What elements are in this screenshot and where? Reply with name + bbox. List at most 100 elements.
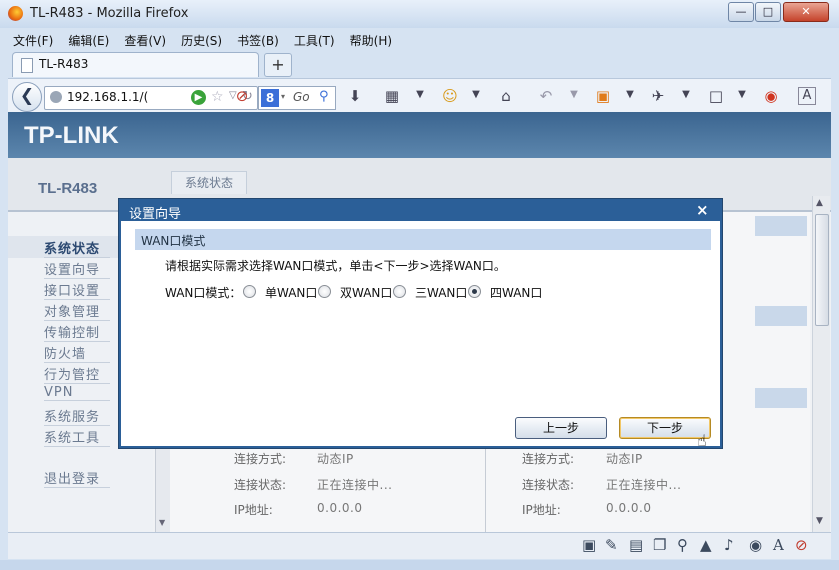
section-header-bar [755,306,807,326]
sidebar-item-behavior[interactable]: 行为管控 [44,364,110,384]
text-icon[interactable]: A [798,87,816,105]
tab-label: TL-R483 [39,57,89,71]
magnifier-icon[interactable]: ⚲ [319,89,329,104]
scroll-thumb[interactable] [815,214,829,326]
sidebar-item-tools[interactable]: 系统工具 [44,427,110,447]
adblock-status-icon[interactable]: ⊘ [795,536,808,554]
close-icon[interactable]: × [696,201,709,219]
spy-dropdown-icon[interactable]: ▼ [676,89,696,100]
go-icon[interactable]: ▶ [191,90,206,105]
screenshot-icon[interactable]: ▦ [382,87,402,105]
addon-dropdown-icon[interactable]: ▼ [620,89,640,100]
emoji-icon[interactable]: ☺ [440,87,460,105]
left-connection-type-label: 连接方式: [234,452,287,466]
camera-icon[interactable]: ◉ [749,536,762,554]
radio-label: 双WAN口 [340,286,393,300]
window-icon[interactable]: ▤ [629,536,643,554]
tab-system-status[interactable]: 系统状态 [171,171,247,194]
right-connection-status-label: 连接状态: [522,478,575,492]
sidebar-item-interface[interactable]: 接口设置 [44,280,110,300]
menu-edit[interactable]: 编辑(E) [63,31,114,51]
sidebar-item-vpn[interactable]: VPN [44,385,110,401]
menu-history[interactable]: 历史(S) [176,31,227,51]
right-ip-label: IP地址: [522,503,561,517]
restore-icon[interactable]: ▣ [582,536,596,554]
home-icon[interactable]: ⌂ [496,87,516,105]
pen-icon[interactable]: ✎ [605,536,618,554]
addon-icon[interactable]: ▣ [593,87,613,105]
section-header-bar [755,388,807,408]
wan-mode-row: WAN口模式： 单WAN口 双WAN口 三WAN口 四WAN口 [165,283,685,301]
url-bar[interactable]: 192.168.1.1/( ▶ ☆ ▽ ↻ [44,86,258,110]
stack-icon[interactable]: ❐ [653,536,666,554]
maximize-button[interactable]: □ [755,2,781,22]
sidebar-item-logout[interactable]: 退出登录 [44,468,110,488]
screenshot-dropdown-icon[interactable]: ▼ [410,89,430,100]
font-icon[interactable]: A [773,536,784,554]
chevron-down-icon[interactable]: ▼ [159,518,165,527]
close-window-button[interactable]: ✕ [783,2,829,22]
right-connection-status-value: 正在连接中... [606,478,682,492]
search-go[interactable]: Go [293,90,310,104]
section-header-bar [755,216,807,236]
instruction-text: 请根据实际需求选择WAN口模式，单击<下一步>选择WAN口。 [165,259,506,273]
page-header: TP-LINK [8,112,831,158]
tab-tl-r483[interactable]: TL-R483 [12,52,259,77]
scroll-up-icon[interactable]: ▲ [816,198,823,208]
menu-help[interactable]: 帮助(H) [345,31,397,51]
menu-bar: 文件(F) 编辑(E) 查看(V) 历史(S) 书签(B) 工具(T) 帮助(H… [8,30,397,50]
sidebar-item-setup-wizard[interactable]: 设置向导 [44,259,110,279]
new-tab-button[interactable]: + [264,53,292,77]
dialog-title: 设置向导 [129,207,182,222]
prev-step-button[interactable]: 上一步 [515,417,607,439]
google-search-icon[interactable]: 8 [261,89,279,107]
radio-button[interactable] [243,285,256,298]
wan-mode-label: WAN口模式： [165,286,242,300]
back-icon[interactable]: ❮ [12,82,42,112]
firefox-icon [8,6,23,21]
emoji-dropdown-icon[interactable]: ▼ [466,89,486,100]
inner-scrollbar[interactable]: ▼ [156,442,170,532]
radio-button[interactable] [318,285,331,298]
sidebar-item-objects[interactable]: 对象管理 [44,301,110,321]
search-bar[interactable]: 8 ▾ Go ⚲ [258,86,336,110]
crop-icon[interactable]: □ [706,87,726,105]
menu-bookmarks[interactable]: 书签(B) [232,31,284,51]
weibo-icon[interactable]: ◉ [761,87,781,105]
spy-icon[interactable]: ✈ [648,87,668,105]
navigation-toolbar: ❮ 192.168.1.1/( ▶ ☆ ▽ ↻ ⊘ 8 ▾ Go ⚲ ⬇ ▦ ▼… [8,78,831,113]
search-icon[interactable]: ⚲ [677,536,688,554]
star-icon[interactable]: ☆ [211,89,224,105]
dialog-body: WAN口模式 请根据实际需求选择WAN口模式，单击<下一步>选择WAN口。 WA… [121,221,720,450]
sidebar-item-services[interactable]: 系统服务 [44,406,110,426]
right-connection-type-value: 动态IP [606,452,643,466]
undo-dropdown-icon[interactable]: ▼ [564,89,584,100]
sidebar-item-transfer[interactable]: 传输控制 [44,322,110,342]
download-icon[interactable]: ⬇ [345,87,365,105]
radio-label: 四WAN口 [490,286,543,300]
section-header: WAN口模式 [135,229,711,250]
crop-dropdown-icon[interactable]: ▼ [732,89,752,100]
minimize-button[interactable]: — [728,2,754,22]
menu-file[interactable]: 文件(F) [8,31,58,51]
page-scrollbar[interactable]: ▲ ▼ [812,196,830,532]
radio-button[interactable] [393,285,406,298]
adblock-icon[interactable]: ⊘ [232,87,252,105]
radio-button-selected[interactable] [468,285,481,298]
right-ip-value: 0.0.0.0 [606,501,652,515]
scroll-down-icon[interactable]: ▼ [816,516,823,526]
undo-icon[interactable]: ↶ [536,87,556,105]
status-bar: ▣ ✎ ▤ ❐ ⚲ ▲ ♪ ◉ A ⊘ [8,532,831,559]
shirt-icon[interactable]: ▲ [700,536,712,554]
sidebar-item-firewall[interactable]: 防火墙 [44,343,110,363]
title-bar: TL-R483 - Mozilla Firefox — □ ✕ [0,0,839,28]
volume-icon[interactable]: ♪ [724,536,734,554]
model-name: TL-R483 [38,180,98,197]
tab-strip: TL-R483 + [8,52,831,77]
search-engine-dropdown-icon[interactable]: ▾ [281,92,285,101]
url-text: 192.168.1.1/( [67,90,149,104]
sidebar-item-system-status[interactable]: 系统状态 [44,238,110,258]
page-icon [21,58,33,73]
menu-view[interactable]: 查看(V) [119,31,171,51]
menu-tools[interactable]: 工具(T) [289,31,340,51]
